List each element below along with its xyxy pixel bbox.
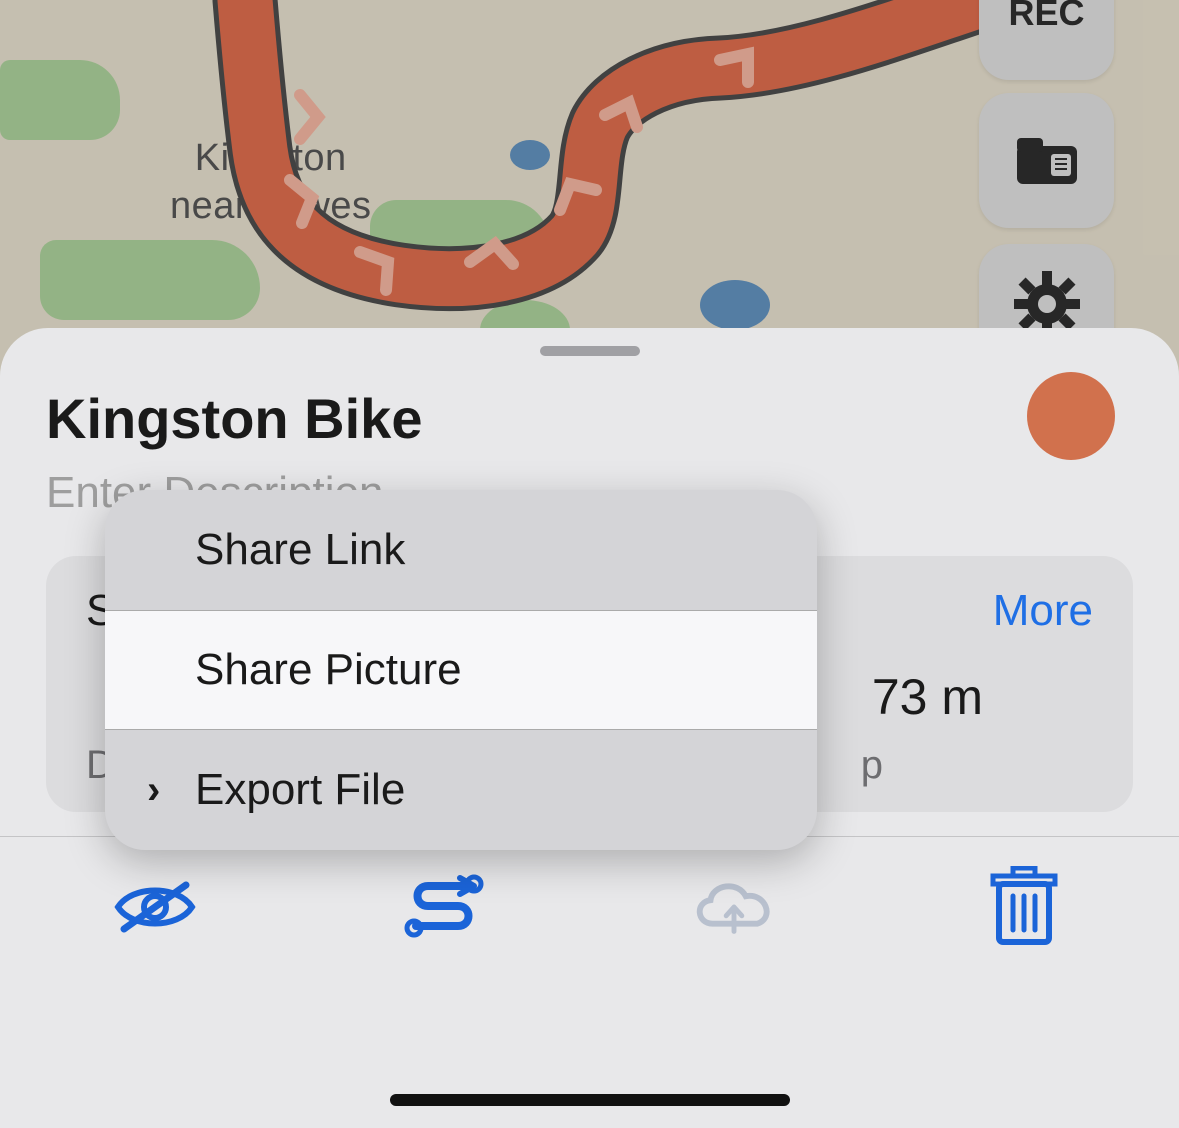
share-link-label: Share Link	[195, 525, 405, 575]
share-popup: Share Link Share Picture › Export File	[105, 490, 817, 850]
share-link-item[interactable]: Share Link	[105, 490, 817, 610]
export-file-label: Export File	[195, 765, 405, 815]
hide-button[interactable]	[110, 867, 200, 947]
track-title[interactable]: Kingston Bike	[46, 386, 422, 451]
track-toolbar	[0, 836, 1179, 976]
eye-off-icon	[112, 877, 198, 937]
export-file-item[interactable]: › Export File	[105, 730, 817, 850]
stats-more-link[interactable]: More	[993, 586, 1093, 636]
stat-right-sub: p	[861, 743, 883, 788]
cloud-upload-button[interactable]	[689, 867, 779, 947]
route-button[interactable]	[400, 867, 490, 947]
share-picture-label: Share Picture	[195, 645, 462, 695]
sheet-drag-handle[interactable]	[540, 346, 640, 356]
track-color-dot[interactable]	[1027, 372, 1115, 460]
delete-button[interactable]	[979, 867, 1069, 947]
route-icon	[402, 874, 488, 940]
stat-elevation: 73 m	[872, 668, 983, 726]
trash-icon	[989, 866, 1059, 948]
share-picture-item[interactable]: Share Picture	[105, 610, 817, 730]
cloud-upload-icon	[689, 874, 779, 940]
chevron-right-icon: ›	[147, 768, 160, 813]
home-indicator[interactable]	[390, 1094, 790, 1106]
